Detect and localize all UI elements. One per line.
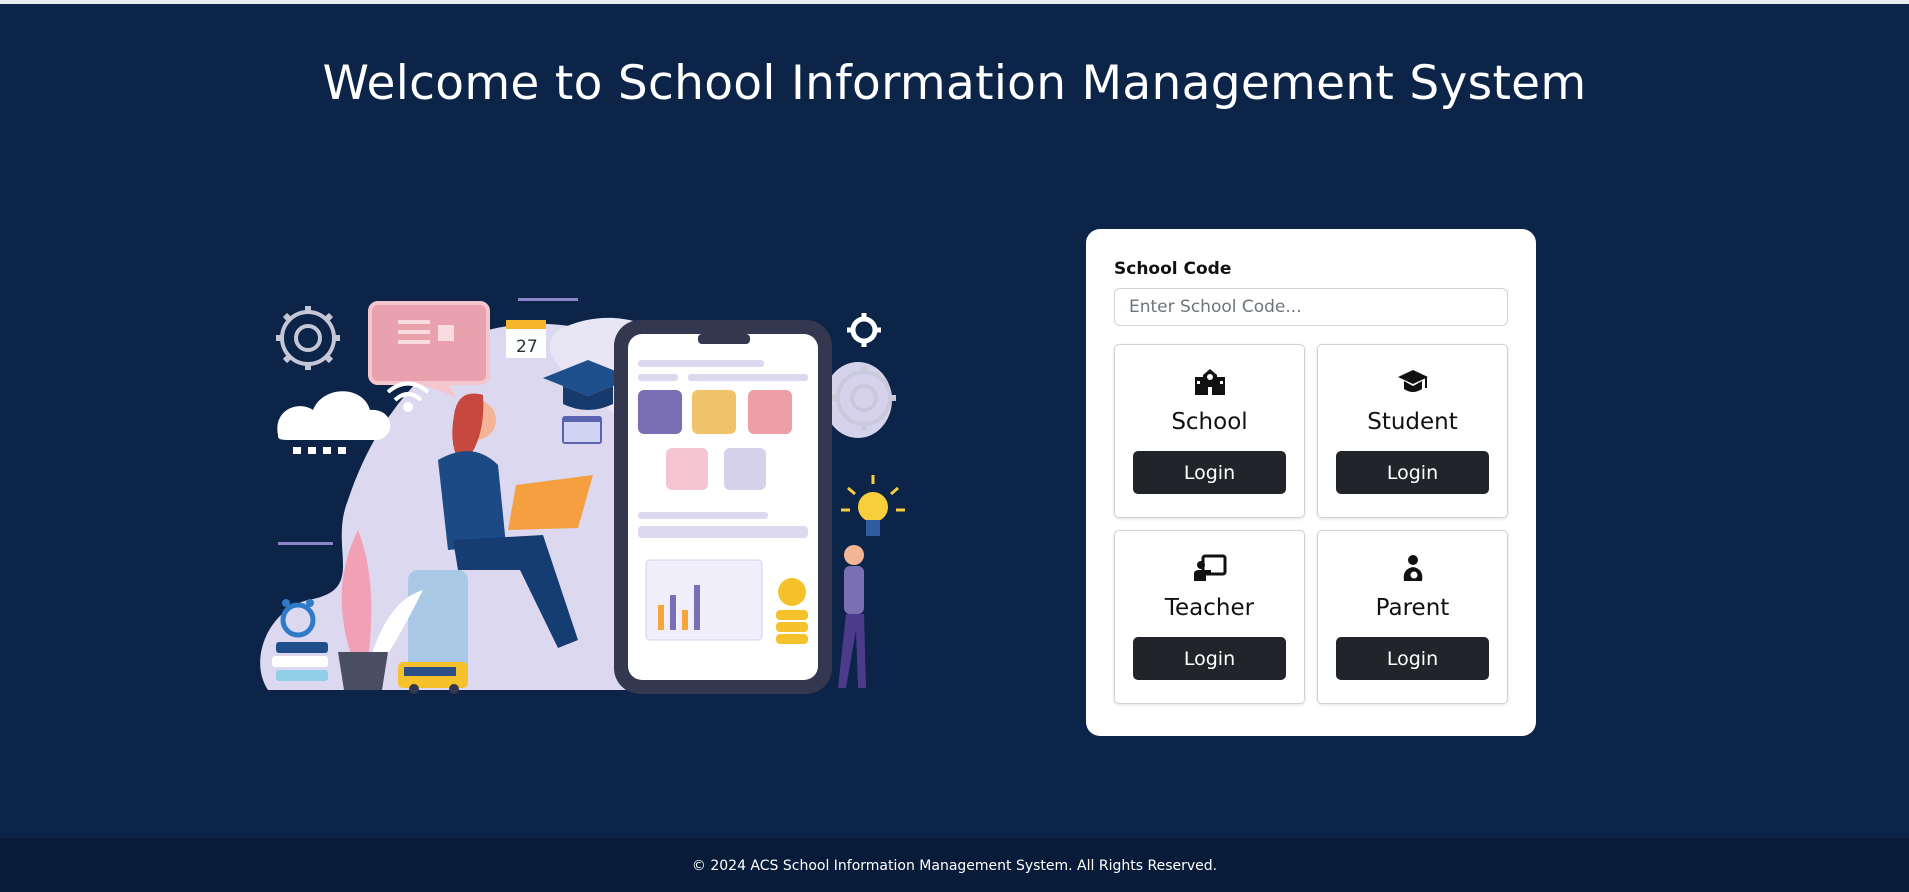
role-title: Student [1367,409,1458,435]
coins-icon [776,578,808,644]
role-card-school: School Login [1114,344,1305,518]
gear-icon [847,313,881,347]
role-grid: School Login Student Login Teacher Login [1114,344,1508,704]
login-card: School Code School Login Student Lo [1086,229,1536,736]
school-building-icon [1194,369,1225,395]
copyright-text: © 2024 ACS School Information Management… [691,858,1218,874]
role-card-parent: Parent Login [1317,530,1508,704]
hero-illustration: 27 [258,270,918,700]
gear-icon [276,306,340,370]
role-title: Teacher [1164,595,1255,621]
top-border [0,0,1909,4]
graduation-cap-icon [1397,370,1428,392]
books-icon [272,642,328,681]
parent-login-button[interactable]: Login [1336,637,1489,680]
speech-bubble-icon [368,301,490,397]
teacher-board-icon [1193,554,1226,581]
role-title: Parent [1375,595,1450,621]
school-code-input[interactable] [1114,288,1508,326]
school-login-button[interactable]: Login [1133,451,1286,494]
page-title: Welcome to School Information Management… [322,56,1587,111]
calendar-icon: 27 [506,320,546,358]
footer: © 2024 ACS School Information Management… [0,838,1909,892]
svg-text:27: 27 [516,337,538,357]
student-login-button[interactable]: Login [1336,451,1489,494]
role-title: School [1171,409,1248,435]
man-on-phone-illustration [838,545,866,688]
role-card-student: Student Login [1317,344,1508,518]
lightbulb-icon [841,475,905,536]
parent-child-icon [1403,555,1422,581]
teacher-login-button[interactable]: Login [1133,637,1286,680]
school-code-label: School Code [1114,259,1232,279]
role-card-teacher: Teacher Login [1114,530,1305,704]
